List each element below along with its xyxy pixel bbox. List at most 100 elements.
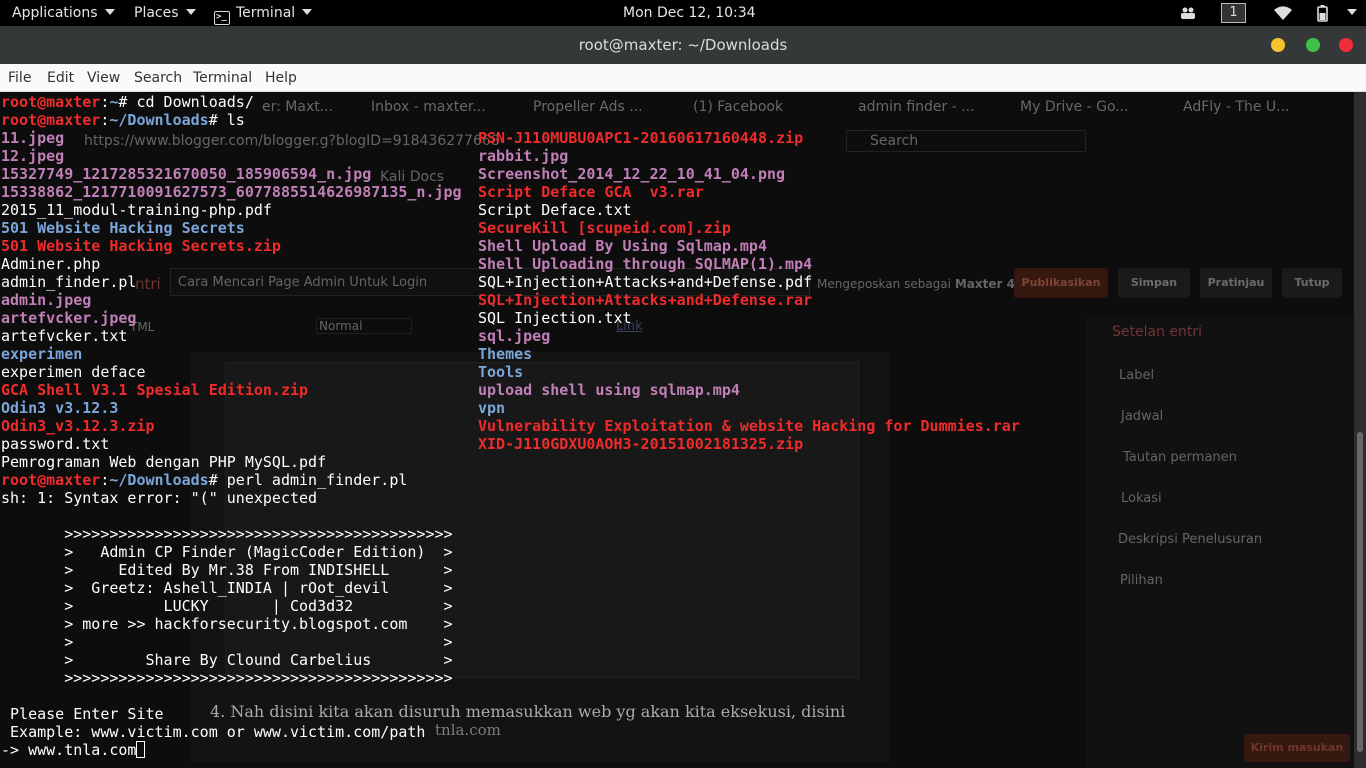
ghost-search-placeholder: Search (870, 133, 919, 149)
file-entry: 501 Website Hacking Secrets.zip (1, 237, 281, 255)
file-entry: admin_finder.pl (1, 273, 137, 291)
file-entry: XID-J110GDXU0AOH3-20151002181325.zip (478, 435, 804, 453)
ghost-tab-1: er: Maxt... (262, 99, 334, 115)
ghost-sidebar-label: Label (1119, 368, 1155, 383)
banner-line: > more >> hackforsecurity.blogspot.com > (1, 615, 453, 633)
prompt-line: root@maxter:~/Downloads# perl admin_find… (1, 471, 407, 489)
top-panel: Applications Places >_ Terminal Mon Dec 1… (0, 0, 1366, 26)
menu-view[interactable]: View (87, 64, 120, 92)
ghost-sidebar-title: Setelan entri (1112, 324, 1203, 340)
chevron-down-icon (185, 9, 196, 15)
file-entry: GCA Shell V3.1 Spesial Edition.zip (1, 381, 309, 399)
applications-label: Applications (12, 5, 98, 21)
file-entry: password.txt (1, 435, 110, 453)
prompt-user-host: root@maxter (1, 471, 101, 489)
file-entry: 15338862_1217710091627573_60778855146269… (1, 183, 462, 201)
window-titlebar[interactable]: root@maxter: ~/Downloads (0, 26, 1366, 64)
file-entry: rabbit.jpg (478, 147, 569, 165)
banner-line: > Admin CP Finder (MagicCoder Edition) > (1, 543, 453, 561)
places-menu[interactable]: Places (134, 0, 196, 26)
file-entry: PSN-J110MUBU0APC1-20160617160448.zip (478, 129, 804, 147)
file-entry: 2015_11_modul-training-php.pdf (1, 201, 272, 219)
applications-menu[interactable]: Applications (12, 0, 115, 26)
workspace-indicator[interactable]: 1 (1221, 3, 1246, 23)
file-entry: Adminer.php (1, 255, 101, 273)
prompt-user-host: root@maxter (1, 111, 101, 129)
ghost-sidebar-location: Lokasi (1121, 491, 1162, 506)
chevron-down-icon (104, 9, 115, 15)
menu-help[interactable]: Help (265, 64, 297, 92)
terminal-view[interactable]: er: Maxt... Inbox - maxter... Propeller … (0, 92, 1354, 768)
file-entry: Screenshot_2014_12_22_10_41_04.png (478, 165, 786, 183)
places-label: Places (134, 5, 179, 21)
window-title: root@maxter: ~/Downloads (578, 36, 788, 54)
file-entry: Themes (478, 345, 533, 363)
menubar: File Edit View Search Terminal Help (0, 64, 1366, 92)
prompt-path: ~/Downloads (109, 111, 209, 129)
ghost-preview-button: Pratinjau (1200, 268, 1272, 298)
ghost-sidebar-options: Pilihan (1120, 573, 1163, 588)
file-entry: Odin3_v3.12.3.zip (1, 417, 155, 435)
ghost-post-title: Cara Mencari Page Admin Untuk Login (178, 275, 428, 290)
input-line[interactable]: -> www.tnla.com (1, 741, 146, 759)
terminal-app-label: Terminal (236, 5, 296, 21)
file-entry: Vulnerability Exploitation & website Hac… (478, 417, 1020, 435)
menu-file[interactable]: File (8, 64, 31, 92)
error-line: sh: 1: Syntax error: "(" unexpected (1, 489, 318, 507)
file-entry: sql.jpeg (478, 327, 551, 345)
menu-terminal[interactable]: Terminal (193, 64, 252, 92)
ghost-sidebar-schedule: Jadwal (1121, 409, 1164, 424)
banner-line: > LUCKY | Cod3d32 > (1, 597, 453, 615)
file-entry: artefvcker.txt (1, 327, 128, 345)
file-entry: vpn (478, 399, 506, 417)
prompt-line: root@maxter:~# cd Downloads/ (1, 93, 254, 111)
terminal-app-menu[interactable]: >_ Terminal (214, 0, 313, 26)
minimize-button[interactable] (1271, 38, 1285, 52)
menu-edit[interactable]: Edit (47, 64, 74, 92)
chevron-down-icon (302, 9, 313, 15)
ghost-posting-as: Mengeposkan sebagai Maxter 404 (817, 277, 1032, 291)
ghost-tab-6: My Drive - Go... (1020, 99, 1129, 115)
scrollbar-thumb[interactable] (1357, 432, 1363, 752)
file-entry: 11.jpeg (1, 129, 65, 147)
banner-line: > Share By Clound Carbelius > (1, 651, 453, 669)
file-entry: Pemrograman Web dengan PHP MySQL.pdf (1, 453, 327, 471)
close-button[interactable] (1339, 38, 1353, 52)
file-entry: Script Deface GCA v3.rar (478, 183, 704, 201)
banner-line: >>>>>>>>>>>>>>>>>>>>>>>>>>>>>>>>>>>>>>>>… (1, 669, 453, 687)
banner-line: > > (1, 633, 453, 651)
menu-search[interactable]: Search (134, 64, 182, 92)
file-entry: 15327749_1217285321670050_185906594_n.jp… (1, 165, 372, 183)
ghost-sidebar-search-desc: Deskripsi Penelusuran (1118, 532, 1263, 547)
prompt-command: # perl admin_finder.pl (208, 471, 408, 489)
file-entry: experimen deface (1, 363, 146, 381)
typed-input: -> www.tnla.com (1, 741, 137, 759)
system-menu[interactable] (1340, 0, 1357, 26)
ghost-publish-button: Publikasikan (1014, 268, 1108, 298)
people-icon[interactable] (1180, 7, 1196, 19)
ghost-sidebar-permalink: Tautan permanen (1123, 450, 1237, 465)
file-entry: Shell Upload By Using Sqlmap.mp4 (478, 237, 767, 255)
prompt-command: # cd Downloads/ (118, 93, 254, 111)
file-entry: SQL+Injection+Attacks+and+Defense.pdf (478, 273, 813, 291)
file-entry: artefvcker.jpeg (1, 309, 137, 327)
file-entry: experimen (1, 345, 83, 363)
file-entry: upload shell using sqlmap.mp4 (478, 381, 740, 399)
wifi-icon[interactable] (1273, 5, 1293, 21)
banner-line: > Edited By Mr.38 From INDISHELL > (1, 561, 453, 579)
prompt-path: ~/Downloads (109, 471, 209, 489)
battery-icon[interactable] (1314, 4, 1332, 22)
file-entry: Shell Uploading through SQLMAP(1).mp4 (478, 255, 813, 273)
file-entry: admin.jpeg (1, 291, 92, 309)
file-entry: 12.jpeg (1, 147, 65, 165)
file-entry: SecureKill [scupeid.com].zip (478, 219, 731, 237)
terminal-scrollbar[interactable] (1354, 92, 1366, 768)
banner-line: >>>>>>>>>>>>>>>>>>>>>>>>>>>>>>>>>>>>>>>>… (1, 525, 453, 543)
ghost-tab-3: Propeller Ads ... (533, 99, 643, 115)
chevron-down-icon (1347, 9, 1357, 15)
terminal-icon: >_ (214, 11, 230, 25)
file-entry: Script Deface.txt (478, 201, 632, 219)
maximize-button[interactable] (1306, 38, 1320, 52)
ghost-save-button: Simpan (1118, 268, 1190, 298)
clock[interactable]: Mon Dec 12, 10:34 (623, 0, 756, 26)
